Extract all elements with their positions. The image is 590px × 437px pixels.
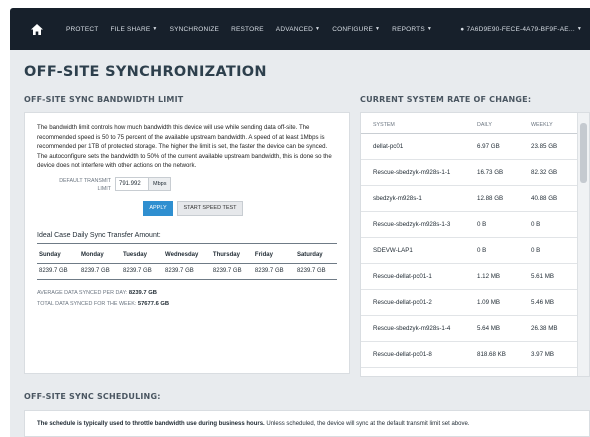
day-value: 8239.7 GB: [39, 267, 68, 274]
cell-system: Rescue-sbedzyk-m928s-1-3: [373, 221, 451, 228]
cell-daily: 1.09 MB: [477, 299, 501, 306]
nav-restore[interactable]: RESTORE: [231, 26, 264, 33]
home-icon[interactable]: [24, 16, 50, 42]
rate-table-header: SYSTEM DAILY WEEKLY: [361, 113, 589, 134]
bandwidth-actions: APPLY START SPEED TEST: [143, 200, 339, 216]
total-synced: TOTAL DATA SYNCED FOR THE WEEK: 57677.6 …: [37, 301, 170, 308]
cell-daily: 16.73 GB: [477, 169, 504, 176]
day-value: 8239.7 GB: [165, 267, 194, 274]
day-header: Sunday: [37, 245, 80, 264]
chevron-down-icon: ▼: [576, 26, 582, 32]
cell-daily: 818.68 KB: [477, 351, 506, 358]
top-navbar: PROTECT FILE SHARE ▼ SYNCHRONIZE RESTORE …: [10, 8, 590, 50]
cell-weekly: 23.85 GB: [531, 143, 558, 150]
day-header: Friday: [252, 245, 295, 264]
chevron-down-icon: ▼: [375, 26, 381, 32]
bandwidth-panel: The bandwidth limit controls how much ba…: [24, 112, 350, 374]
bandwidth-description: The bandwidth limit controls how much ba…: [37, 124, 332, 170]
day-header: Thursday: [210, 245, 253, 264]
apply-button[interactable]: APPLY: [143, 200, 173, 216]
table-row: Rescue-sbedzyk-m928s-1-1 16.73 GB 82.32 GB: [361, 160, 589, 186]
day-header: Monday: [79, 245, 122, 264]
day-value: 8239.7 GB: [123, 267, 152, 274]
cell-system: Rescue-dellat-pc01-8: [373, 351, 432, 358]
cell-system: Rescue-sbedzyk-m928s-1-1: [373, 169, 451, 176]
rate-section-title: CURRENT SYSTEM RATE OF CHANGE:: [360, 95, 532, 104]
cell-daily: 5.64 MB: [477, 325, 501, 332]
transmit-limit-label: DEFAULT TRANSMIT LIMIT: [59, 177, 111, 192]
day-value: 8239.7 GB: [254, 267, 284, 274]
bandwidth-section-title: OFF-SITE SYNC BANDWIDTH LIMIT: [24, 95, 184, 104]
cell-system: sbedzyk-m928s-1: [373, 195, 422, 202]
cell-weekly: 3.97 MB: [531, 351, 555, 358]
nav-advanced[interactable]: ADVANCED ▼: [276, 26, 320, 33]
nav-protect[interactable]: PROTECT: [66, 26, 98, 33]
cell-system: Rescue-sbedzyk-m928s-1-4: [373, 325, 451, 332]
cell-daily: 0 B: [477, 221, 487, 228]
rate-scrollbar[interactable]: [577, 113, 589, 376]
app-frame: PROTECT FILE SHARE ▼ SYNCHRONIZE RESTORE …: [10, 8, 590, 437]
chevron-down-icon: ▼: [152, 26, 158, 32]
table-row: Rescue-dellat-pc01-8 818.68 KB 3.97 MB: [361, 342, 589, 368]
start-speed-test-button[interactable]: START SPEED TEST: [177, 200, 243, 216]
cell-weekly: 5.61 MB: [531, 273, 555, 280]
scheduling-text: Unless scheduled, the device will sync a…: [264, 421, 470, 427]
day-value: 8239.7 GB: [296, 267, 326, 274]
cell-weekly: 0 B: [531, 247, 541, 254]
transmit-limit-input[interactable]: 791.992: [115, 176, 149, 191]
scheduling-section-title: OFF-SITE SYNC SCHEDULING:: [24, 392, 161, 401]
scheduling-text-bold: The schedule is typically used to thrott…: [37, 421, 265, 427]
table-row: Rescue-sbedzyk-m928s-1-3 0 B 0 B: [361, 212, 589, 238]
daily-transfer-table: Sunday Monday Tuesday Wednesday Thursday…: [37, 245, 337, 281]
day-value: 8239.7 GB: [81, 267, 110, 274]
column-header: SYSTEM: [373, 122, 395, 128]
cell-system: Rescue-dellat-pc01-2: [373, 299, 432, 306]
scheduling-panel: The schedule is typically used to thrott…: [24, 410, 590, 437]
column-header: WEEKLY: [531, 122, 553, 128]
cell-system: Rescue-dellat-pc01-1: [373, 273, 432, 280]
table-row: Rescue-sbedzyk-m928s-1-4 5.64 MB 26.38 MB: [361, 316, 589, 342]
chevron-down-icon: ▼: [315, 26, 321, 32]
cell-weekly: 82.32 GB: [531, 169, 558, 176]
table-row: Rescue-dellat-pc01-2 1.09 MB 5.46 MB: [361, 290, 589, 316]
cell-daily: 1.12 MB: [477, 273, 501, 280]
day-value-row: 8239.7 GB 8239.7 GB 8239.7 GB 8239.7 GB …: [37, 263, 337, 280]
transmit-limit-row: DEFAULT TRANSMIT LIMIT 791.992 Mbps: [47, 176, 339, 193]
cell-weekly: 40.88 GB: [531, 195, 558, 202]
table-row: sbedzyk-m928s-1 12.88 GB 40.88 GB: [361, 186, 589, 212]
cell-system: SDEVW-LAP1: [373, 247, 413, 254]
day-header: Tuesday: [121, 245, 164, 264]
table-row: Rescue-dellat-pc01-1 1.12 MB 5.61 MB: [361, 264, 589, 290]
page-title: OFF-SITE SYNCHRONIZATION: [24, 64, 267, 80]
nav-configure[interactable]: CONFIGURE ▼: [332, 26, 380, 33]
day-header: Saturday: [294, 245, 337, 264]
column-header: DAILY: [477, 122, 492, 128]
cell-daily: 0 B: [477, 247, 487, 254]
cell-daily: 12.88 GB: [477, 195, 504, 202]
nav-user-menu[interactable]: ● 7A6D9E90-FECE-4A79-BF9F-AE... ▼: [460, 26, 582, 33]
average-synced: AVERAGE DATA SYNCED PER DAY: 8239.7 GB: [37, 290, 157, 297]
cell-weekly: 0 B: [531, 221, 541, 228]
ideal-transfer-title: Ideal Case Daily Sync Transfer Amount:: [37, 232, 337, 244]
scrollbar-thumb[interactable]: [580, 123, 587, 183]
transmit-limit-unit: Mbps: [149, 176, 172, 191]
table-row: dellat-pc01 6.97 GB 23.85 GB: [361, 134, 589, 160]
cell-weekly: 26.38 MB: [531, 325, 558, 332]
user-icon: ●: [460, 25, 465, 33]
cell-weekly: 5.46 MB: [531, 299, 555, 306]
chevron-down-icon: ▼: [426, 26, 433, 32]
nav-reports[interactable]: REPORTS ▼: [392, 26, 432, 33]
nav-synchronize[interactable]: SYNCHRONIZE: [170, 26, 220, 33]
cell-daily: 6.97 GB: [477, 143, 500, 150]
rate-panel: SYSTEM DAILY WEEKLY dellat-pc01 6.97 GB 23…: [360, 112, 590, 377]
rate-table-body: dellat-pc01 6.97 GB 23.85 GB Rescue-sbedzyk…: [361, 134, 589, 368]
day-value: 8239.7 GB: [212, 267, 242, 274]
day-header: Wednesday: [163, 245, 211, 264]
table-row: SDEVW-LAP1 0 B 0 B: [361, 238, 589, 264]
day-header-row: Sunday Monday Tuesday Wednesday Thursday…: [37, 245, 337, 264]
cell-system: dellat-pc01: [373, 143, 404, 150]
nav-file-share[interactable]: FILE SHARE ▼: [110, 26, 157, 33]
